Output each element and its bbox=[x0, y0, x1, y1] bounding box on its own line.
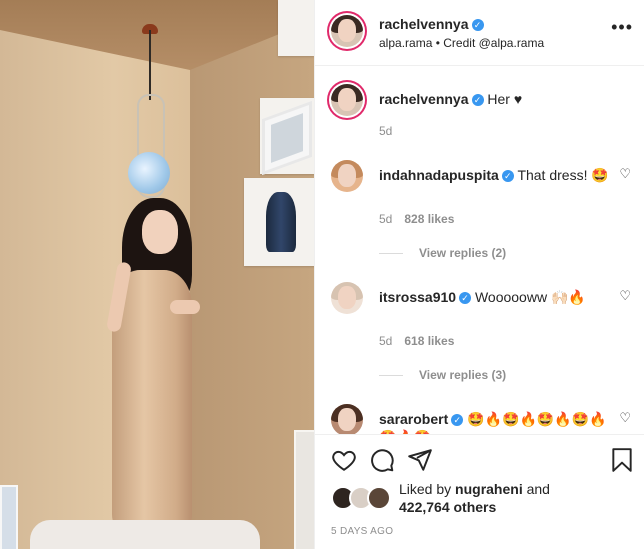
commenter-avatar[interactable] bbox=[331, 282, 363, 314]
caption-text-block: rachelvennya ✓ Her ♥ bbox=[379, 90, 619, 108]
comment-likes[interactable]: 828 likes bbox=[404, 212, 454, 226]
comment-text-block: sararobert✓ 🤩🔥🤩🔥🤩🔥🤩🔥🤩🔥🤩 bbox=[379, 410, 619, 434]
comment-icon[interactable] bbox=[369, 447, 395, 473]
caption-username[interactable]: rachelvennya bbox=[379, 91, 469, 107]
author-name-row: rachelvennya ✓ bbox=[379, 16, 484, 34]
comment-username[interactable]: indahnadapuspita bbox=[379, 167, 499, 183]
shelf-top bbox=[278, 0, 314, 56]
author-username[interactable]: rachelvennya bbox=[379, 16, 469, 32]
comment-text-block: indahnadapuspita ✓ That dress! 🤩 bbox=[379, 166, 619, 184]
vase bbox=[266, 192, 296, 252]
caption-time: 5d bbox=[379, 124, 393, 138]
comment-heart-icon[interactable]: ♡ bbox=[619, 410, 631, 426]
instagram-post: rachelvennya ✓ alpa.rama • Credit @alpa.r… bbox=[0, 0, 644, 550]
post-timestamp[interactable]: 5 DAYS AGO bbox=[331, 526, 393, 537]
author-subline: alpa.rama • Credit @alpa.rama bbox=[379, 36, 544, 50]
commenter-avatar[interactable] bbox=[331, 160, 363, 192]
separator: • bbox=[435, 36, 440, 50]
verified-icon: ✓ bbox=[459, 292, 472, 305]
lamp-globe bbox=[128, 152, 170, 194]
liked-by-and: and bbox=[526, 481, 550, 497]
comments-list: rachelvennya ✓ Her ♥ 5d indahnadapuspita ✓… bbox=[315, 66, 644, 434]
credit-text: Credit @alpa.rama bbox=[443, 36, 545, 50]
comment-time: 5d bbox=[379, 334, 393, 348]
comment-text: Woooooww 🙌🏻🔥 bbox=[474, 289, 586, 305]
caption-text: Her ♥ bbox=[487, 91, 523, 107]
post-side-panel: rachelvennya ✓ alpa.rama • Credit @alpa.r… bbox=[314, 0, 644, 550]
lamp-cord bbox=[149, 30, 151, 100]
caption-avatar[interactable] bbox=[331, 84, 363, 116]
comment-meta: 5d 828 likes bbox=[379, 212, 454, 226]
caption-row: rachelvennya ✓ Her ♥ 5d bbox=[331, 84, 631, 144]
verified-icon: ✓ bbox=[471, 94, 484, 107]
comment-likes[interactable]: 618 likes bbox=[404, 334, 454, 348]
comment-meta: 5d 618 likes bbox=[379, 334, 454, 348]
comment-time: 5d bbox=[379, 212, 393, 226]
view-replies-label: View replies (2) bbox=[419, 246, 507, 260]
bed bbox=[30, 520, 260, 549]
share-icon[interactable] bbox=[407, 447, 433, 473]
verified-icon: ✓ bbox=[471, 18, 484, 31]
view-replies-button[interactable]: View replies (3) bbox=[379, 368, 506, 382]
comment-text-block: itsrossa910 ✓ Woooooww 🙌🏻🔥 bbox=[379, 288, 619, 306]
more-options-icon[interactable]: ••• bbox=[611, 18, 633, 36]
replies-divider bbox=[379, 375, 403, 377]
view-replies-button[interactable]: View replies (2) bbox=[379, 246, 506, 260]
view-replies-label: View replies (3) bbox=[419, 368, 507, 382]
comment-heart-icon[interactable]: ♡ bbox=[619, 166, 631, 182]
commenter-avatar[interactable] bbox=[331, 404, 363, 434]
comment-row: indahnadapuspita ✓ That dress! 🤩 ♡ 5d 828 … bbox=[331, 160, 631, 270]
heart-icon[interactable] bbox=[331, 447, 357, 473]
comment-heart-icon[interactable]: ♡ bbox=[619, 288, 631, 304]
liked-by-user[interactable]: nugraheni bbox=[455, 481, 523, 497]
liked-by-row: Liked by nugraheni and 422,764 others bbox=[331, 480, 550, 516]
comment-row: itsrossa910 ✓ Woooooww 🙌🏻🔥 ♡ 5d 618 likes … bbox=[331, 282, 631, 392]
bookmark-icon[interactable] bbox=[609, 447, 635, 473]
door-left bbox=[0, 485, 18, 549]
liked-by-text: Liked by nugraheni and 422,764 others bbox=[399, 480, 550, 516]
author-avatar[interactable] bbox=[331, 15, 363, 47]
verified-icon: ✓ bbox=[501, 170, 514, 183]
liker-avatar[interactable] bbox=[367, 486, 391, 510]
post-header: rachelvennya ✓ alpa.rama • Credit @alpa.r… bbox=[315, 0, 644, 66]
liked-by-prefix: Liked by bbox=[399, 481, 452, 497]
replies-divider bbox=[379, 253, 403, 255]
comment-row: sararobert✓ 🤩🔥🤩🔥🤩🔥🤩🔥🤩🔥🤩 ♡ bbox=[331, 404, 631, 434]
comment-text: That dress! 🤩 bbox=[517, 167, 609, 183]
location-link[interactable]: alpa.rama bbox=[379, 36, 432, 50]
comment-username[interactable]: sararobert bbox=[379, 411, 448, 427]
figure-arm-right bbox=[170, 300, 200, 314]
figure-face bbox=[142, 210, 178, 254]
comment-username[interactable]: itsrossa910 bbox=[379, 289, 456, 305]
likes-count[interactable]: 422,764 others bbox=[399, 499, 496, 515]
door-frame bbox=[294, 430, 314, 549]
post-media[interactable] bbox=[0, 0, 314, 549]
action-bar: Liked by nugraheni and 422,764 others 5 … bbox=[315, 434, 644, 550]
verified-icon: ✓ bbox=[451, 414, 464, 427]
